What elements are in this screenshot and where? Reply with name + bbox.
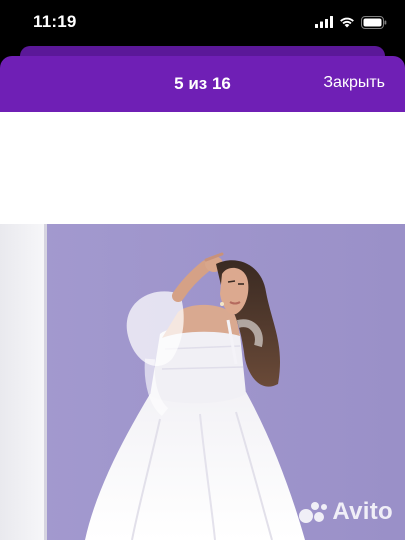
avito-watermark-text: Avito (332, 498, 393, 525)
listing-photo[interactable]: Avito (0, 224, 405, 540)
avito-logo-icon (299, 502, 328, 523)
cellular-signal-icon (315, 16, 333, 28)
wifi-icon (340, 17, 354, 28)
screen: 11:19 5 из 16 Закрыть Avito (0, 0, 405, 540)
wedding-dress-photo (0, 224, 405, 540)
avito-watermark: Avito (298, 498, 393, 526)
battery-icon (361, 15, 387, 29)
status-icons (315, 15, 387, 29)
close-button[interactable]: Закрыть (323, 74, 385, 92)
viewer-header: 5 из 16 Закрыть (0, 56, 405, 112)
status-time: 11:19 (33, 12, 77, 31)
status-bar: 11:19 (0, 0, 405, 46)
blank-area (0, 112, 405, 224)
